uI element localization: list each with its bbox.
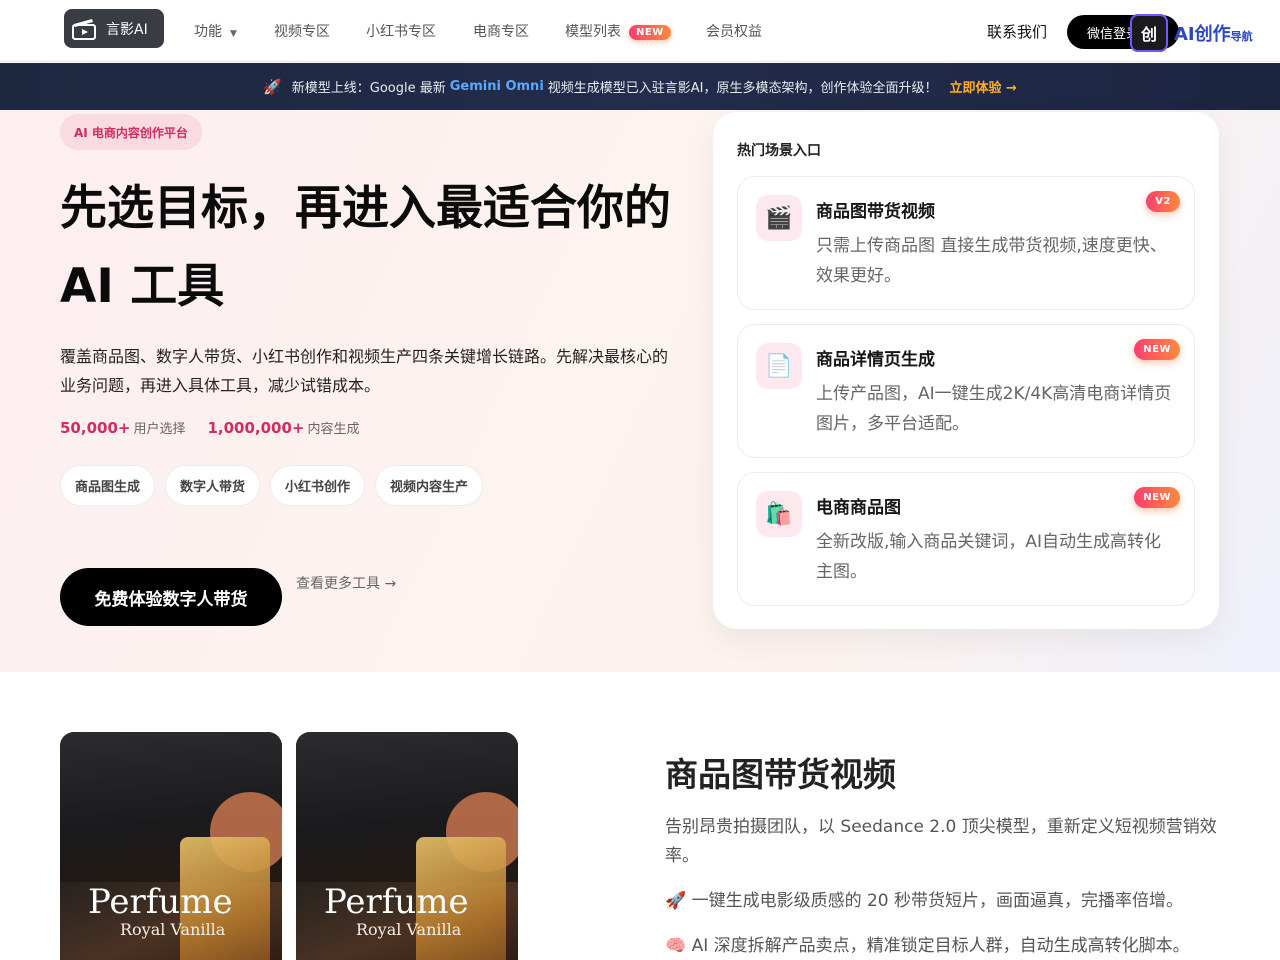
- chip-digital-human[interactable]: 数字人带货: [165, 465, 261, 506]
- section-title: 商品图带货视频: [665, 755, 896, 794]
- card-title: 电商商品图: [816, 498, 901, 518]
- hot-scenes-panel: 热门场景入口 🎬 商品图带货视频 只需上传商品图 直接生成带货视频,速度更快、效…: [713, 112, 1219, 629]
- document-icon: 📄: [756, 343, 802, 389]
- brand-small: 导航: [1230, 30, 1253, 43]
- logo[interactable]: 言影AI: [64, 9, 164, 48]
- banner-cta-link[interactable]: 立即体验 →: [950, 77, 1017, 96]
- shopping-bag-icon: 🛍️: [756, 491, 802, 537]
- brand-app-icon: 创: [1130, 14, 1168, 52]
- nav-item-xiaohongshu[interactable]: 小红书专区: [366, 21, 436, 41]
- chip-video-production[interactable]: 视频内容生产: [375, 465, 484, 506]
- nav-item-ecommerce[interactable]: 电商专区: [473, 21, 529, 41]
- card-desc: 只需上传商品图 直接生成带货视频,速度更快、效果更好。: [816, 236, 1167, 286]
- feature-bullet: 🚀 一键生成电影级质感的 20 秒带货短片，画面逼真，完播率倍增。: [665, 891, 1184, 911]
- nav-item-video[interactable]: 视频专区: [274, 21, 330, 41]
- scene-card-ecommerce-image[interactable]: 🛍️ 电商商品图 全新改版,输入商品关键词，AI自动生成高转化主图。 NEW: [737, 472, 1195, 606]
- nav-item-membership[interactable]: 会员权益: [706, 21, 762, 41]
- card-desc: 全新改版,输入商品关键词，AI自动生成高转化主图。: [816, 532, 1162, 582]
- nav-label: 模型列表: [565, 24, 621, 40]
- clapperboard-icon: [72, 18, 96, 40]
- product-title: Perfume: [88, 882, 233, 922]
- clapper-icon: 🎬: [756, 195, 802, 241]
- logo-text: 言影AI: [106, 21, 148, 38]
- product-title: Perfume: [324, 882, 469, 922]
- stat-content-value: 1,000,000+: [207, 419, 305, 437]
- perfume-sample-image[interactable]: Perfume Royal Vanilla: [60, 732, 282, 960]
- stat-content-label: 内容生成: [307, 422, 360, 437]
- more-tools-link[interactable]: 查看更多工具 →: [296, 573, 396, 593]
- chip-product-image[interactable]: 商品图生成: [60, 465, 156, 506]
- nav-item-models[interactable]: 模型列表 NEW: [565, 21, 671, 41]
- hero-headline: 先选目标，再进入最适合你的 AI 工具: [60, 181, 671, 314]
- brand-wordmark: AI创作导航: [1174, 20, 1253, 46]
- caret-down-icon: ▼: [230, 29, 237, 39]
- new-badge: NEW: [1134, 487, 1180, 508]
- announcement-banner: 🚀 新模型上线：Google 最新 Gemini Omni 视频生成模型已入驻言…: [0, 63, 1280, 110]
- ai-nav-badge[interactable]: 创 AI创作导航: [1130, 14, 1270, 52]
- product-subtitle: Royal Vanilla: [356, 920, 462, 939]
- perfume-sample-image[interactable]: Perfume Royal Vanilla: [296, 732, 518, 960]
- try-digital-human-button[interactable]: 免费体验数字人带货: [60, 568, 282, 626]
- platform-tag: AI 电商内容创作平台: [60, 114, 202, 150]
- scene-card-product-video[interactable]: 🎬 商品图带货视频 只需上传商品图 直接生成带货视频,速度更快、效果更好。 V2: [737, 176, 1195, 310]
- brand-text: AI创作: [1174, 24, 1231, 45]
- new-badge: NEW: [1134, 339, 1180, 360]
- hero-stats: 50,000+ 用户选择 1,000,000+ 内容生成: [60, 418, 360, 437]
- stat-users-label: 用户选择: [133, 422, 186, 437]
- banner-text-after: 视频生成模型已入驻言影AI，原生多模态架构，创作体验全面升级！: [547, 81, 938, 96]
- stat-users-value: 50,000+: [60, 419, 131, 437]
- card-title: 商品详情页生成: [816, 350, 935, 370]
- section-desc: 告别昂贵拍摄团队，以 Seedance 2.0 顶尖模型，重新定义短视频营销效率…: [665, 817, 1217, 866]
- banner-highlight: Gemini Omni: [449, 79, 544, 94]
- product-video-section: Perfume Royal Vanilla Perfume Royal Vani…: [0, 672, 1280, 960]
- rocket-icon: 🚀: [263, 77, 282, 96]
- feature-bullet: 🧠 AI 深度拆解产品卖点，精准锁定目标人群，自动生成高转化脚本。: [665, 936, 1190, 956]
- hero-subtitle: 覆盖商品图、数字人带货、小红书创作和视频生产四条关键增长链路。先解决最核心的业务…: [60, 347, 669, 395]
- new-badge: NEW: [629, 25, 671, 40]
- nav-label: 功能: [194, 24, 222, 40]
- top-nav: 言影AI 功能 ▼ 视频专区 小红书专区 电商专区 模型列表 NEW 会员权益 联系…: [0, 0, 1280, 62]
- nav-item-features[interactable]: 功能 ▼: [194, 21, 237, 41]
- banner-text-before: 新模型上线：Google 最新: [291, 81, 446, 96]
- contact-link[interactable]: 联系我们: [987, 21, 1047, 42]
- product-subtitle: Royal Vanilla: [120, 920, 226, 939]
- hero-section: AI 电商内容创作平台 先选目标，再进入最适合你的 AI 工具 覆盖商品图、数字…: [0, 110, 1280, 672]
- version-badge: V2: [1146, 191, 1180, 212]
- panel-title: 热门场景入口: [737, 143, 821, 159]
- chip-xiaohongshu[interactable]: 小红书创作: [270, 465, 366, 506]
- scene-card-detail-page[interactable]: 📄 商品详情页生成 上传产品图，AI一键生成2K/4K高清电商详情页图片，多平台…: [737, 324, 1195, 458]
- card-desc: 上传产品图，AI一键生成2K/4K高清电商详情页图片，多平台适配。: [816, 384, 1172, 434]
- card-title: 商品图带货视频: [816, 202, 935, 222]
- category-chips: 商品图生成 数字人带货 小红书创作 视频内容生产: [60, 465, 484, 506]
